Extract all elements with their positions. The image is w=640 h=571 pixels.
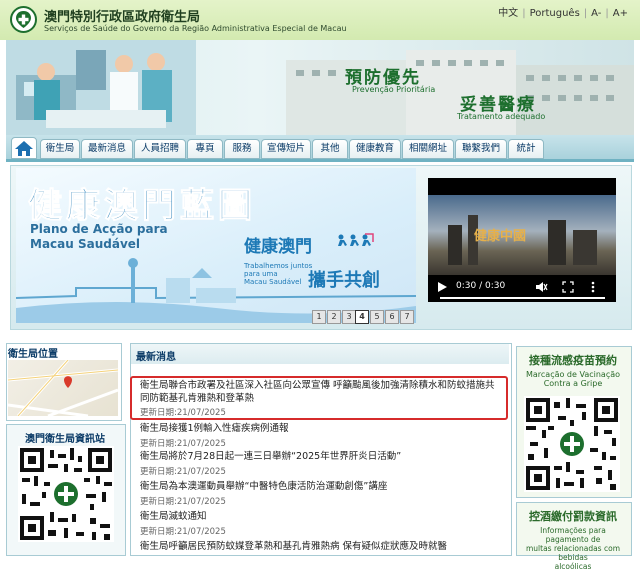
runners-icon xyxy=(338,233,374,246)
flu-vaccine-qr-code[interactable] xyxy=(524,396,620,492)
alcohol-fine-subtitle-line3: alcoólicas xyxy=(554,562,592,571)
nav-item-related-links[interactable]: 相關網址 xyxy=(402,139,454,159)
video-watermark: 健康中國 xyxy=(474,228,526,244)
fullscreen-icon[interactable] xyxy=(562,281,574,293)
slide-page-6[interactable]: 6 xyxy=(385,310,399,324)
slide-page-4[interactable]: 4 xyxy=(355,310,369,324)
slide-page-1[interactable]: 1 xyxy=(312,310,326,324)
slide-page-5[interactable]: 5 xyxy=(370,310,384,324)
home-tab[interactable] xyxy=(11,137,37,159)
slide-page-7[interactable]: 7 xyxy=(400,310,414,324)
nav-item-others[interactable]: 其他 xyxy=(312,139,348,159)
play-icon[interactable] xyxy=(436,280,448,294)
nav-item-services[interactable]: 服務 xyxy=(224,139,260,159)
join-hands-logo-text: 攜手共創 xyxy=(308,270,380,291)
news-item-title[interactable]: 衛生局聯合市政署及社區深入社區向公眾宣傳 呼籲颱風後加強清除積水和防蚊措施共同防… xyxy=(140,379,500,405)
hero-subtitle-line1: Plano de Acção para xyxy=(30,222,168,236)
banner-slogan-prevention-pt: Prevenção Prioritária xyxy=(352,85,436,94)
alcohol-fine-subtitle-line1: Informações para pagamento de xyxy=(540,526,606,544)
alcohol-fine-title[interactable]: 控酒繳付罰款資訊 xyxy=(518,508,628,524)
video-thumbnail: 健康中國 xyxy=(448,215,597,265)
news-item-date: 更新日期:21/07/2025 xyxy=(140,408,226,418)
flu-vaccine-title[interactable]: 接種流感疫苗預約 xyxy=(518,352,628,368)
map-streets xyxy=(8,360,118,416)
location-map[interactable] xyxy=(8,360,118,416)
more-options-icon[interactable] xyxy=(590,280,596,294)
language-bar: 中文 | Português | A- | A+ xyxy=(498,8,628,19)
site-title[interactable]: 澳門特別行政區政府衛生局 xyxy=(44,6,200,25)
healthy-macau-slogan-pt: Trabalhemos juntos para uma Macau Saudáv… xyxy=(244,262,312,286)
hero-title: 健康澳門藍圖 xyxy=(28,186,256,227)
news-app-title[interactable]: 澳門衛生局資訊站 xyxy=(10,430,120,445)
flu-vaccine-subtitle-line2: Contra a Gripe xyxy=(543,379,603,388)
news-item-date: 更新日期:21/07/2025 xyxy=(140,497,226,507)
news-item-date: 更新日期:21/07/2025 xyxy=(140,527,226,537)
home-icon xyxy=(15,141,33,156)
health-bureau-logo-icon[interactable] xyxy=(10,6,37,33)
nav-item-statistics[interactable]: 統計 xyxy=(508,139,544,159)
flu-vaccine-subtitle: Marcação de Vacinação Contra a Gripe xyxy=(518,370,628,388)
flu-vaccine-subtitle-line1: Marcação de Vacinação xyxy=(525,370,621,379)
slogan-pt-line1: Trabalhemos juntos xyxy=(244,262,313,270)
slide-page-2[interactable]: 2 xyxy=(327,310,341,324)
nav-item-recruitment[interactable]: 人員招聘 xyxy=(134,139,186,159)
news-heading: 最新消息 xyxy=(136,352,176,363)
mute-icon[interactable] xyxy=(534,280,548,294)
banner-slogan-treatment-pt: Tratamento adequado xyxy=(457,112,546,121)
alcohol-fine-subtitle-line2: multas relacionadas com bebidas xyxy=(526,544,620,562)
news-item-date: 更新日期:21/07/2025 xyxy=(140,439,226,449)
news-item-title[interactable]: 衛生局接獲1例輸入性瘧疾病例通報 xyxy=(140,422,500,435)
map-pin-icon xyxy=(64,376,72,388)
nav-item-health-education[interactable]: 健康教育 xyxy=(349,139,401,159)
nav-item-bureau[interactable]: 衛生局 xyxy=(40,139,80,159)
site-title-pt: Serviços de Saúde do Governo da Região A… xyxy=(44,24,347,33)
slide-page-3[interactable]: 3 xyxy=(342,310,356,324)
healthy-macau-logo-text: 健康澳門 xyxy=(244,237,312,257)
video-progress-fill xyxy=(440,297,605,299)
nav-item-contact-us[interactable]: 聯繫我們 xyxy=(455,139,507,159)
video-frame: 健康中國 xyxy=(428,195,616,275)
alcohol-fine-subtitle: Informações para pagamento de multas rel… xyxy=(520,526,626,571)
news-app-qr-code[interactable] xyxy=(18,446,114,542)
video-progress-bar[interactable] xyxy=(440,297,605,299)
news-item-date: 更新日期:21/07/2025 xyxy=(140,467,226,477)
news-item-title[interactable]: 衛生局呼籲居民預防蚊媒登革熱和基孔肯雅熱病 保有疑似症狀應及時就醫 xyxy=(140,540,500,553)
nav-item-promo-videos[interactable]: 宣傳短片 xyxy=(261,139,311,159)
font-decrease-button[interactable]: A- xyxy=(591,8,601,19)
news-item-title[interactable]: 衛生局將於7月28日起一連三日舉辦“2025年世界肝炎日活動” xyxy=(140,450,500,463)
nav-item-special-pages[interactable]: 專頁 xyxy=(187,139,223,159)
location-title: 衛生局位置 xyxy=(8,349,58,360)
news-panel-header xyxy=(131,344,509,364)
hero-subtitle: Plano de Acção para Macau Saudável xyxy=(30,222,168,252)
lang-chinese-link[interactable]: 中文 xyxy=(498,8,518,19)
video-time: 0:30 / 0:30 xyxy=(456,281,506,291)
font-increase-button[interactable]: A+ xyxy=(613,8,628,19)
slogan-pt-line2: para uma xyxy=(244,270,278,278)
news-item-title[interactable]: 衛生局滅蚊通知 xyxy=(140,510,500,523)
hero-subtitle-line2: Macau Saudável xyxy=(30,237,141,251)
news-item-title[interactable]: 衛生局為本澳運動員舉辦“中醫特色康活防治運動創傷”講座 xyxy=(140,480,500,493)
slogan-pt-line3: Macau Saudável xyxy=(244,278,302,286)
lang-portuguese-link[interactable]: Português xyxy=(530,8,580,19)
nav-item-latest-news[interactable]: 最新消息 xyxy=(81,139,133,159)
